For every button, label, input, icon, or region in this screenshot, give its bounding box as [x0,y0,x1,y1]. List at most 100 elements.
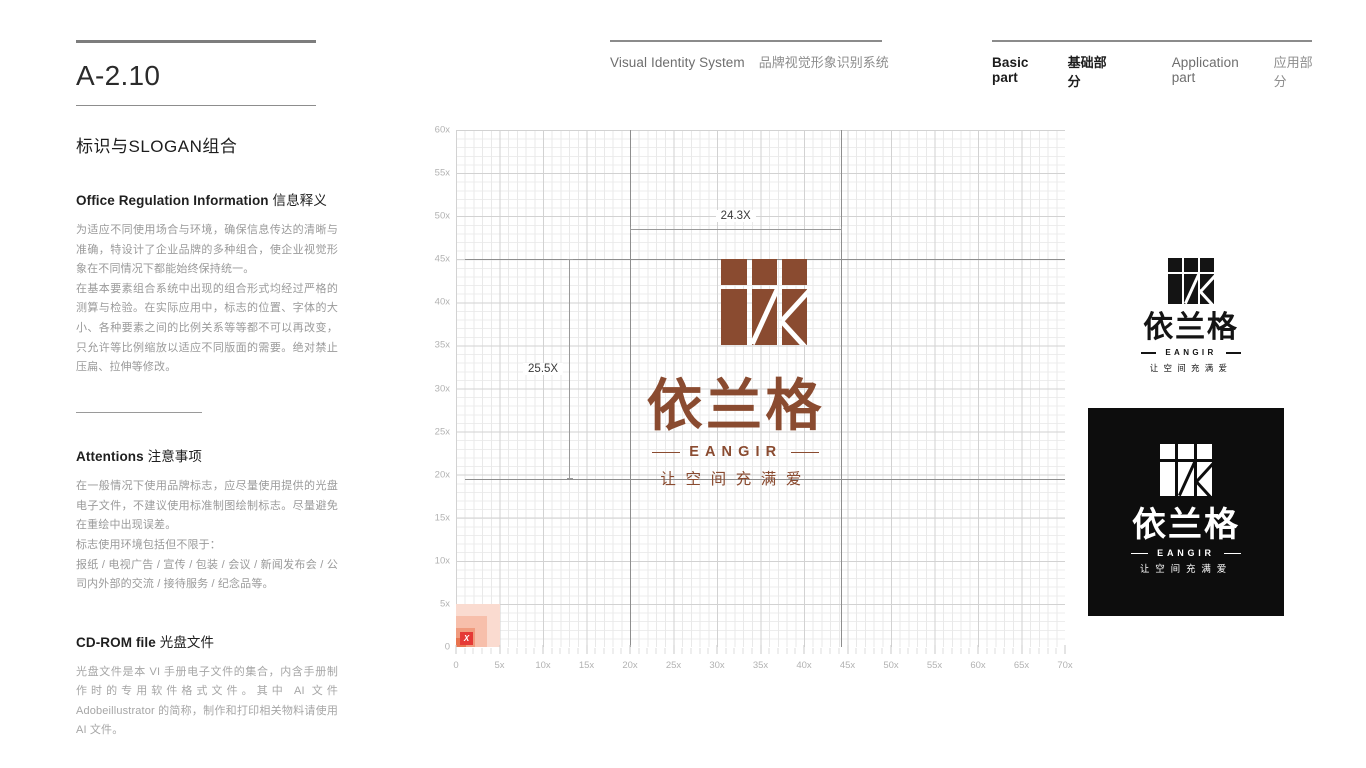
mark-cell [721,289,747,346]
nav-label-visual-identity-cn: 品牌视觉形象识别系统 [758,55,889,70]
info-block-attentions: Attentions 注意事项 在一般情况下使用品牌标志，应尽量使用提供的光盘电… [76,445,338,594]
mark-cell [1160,444,1176,460]
x-tick-mark [638,648,640,654]
x-tick-mark [577,648,579,654]
info-block-heading: CD-ROM file 光盘文件 [76,631,338,651]
x-tick-label: 60x [970,660,986,671]
x-tick-label: 35x [752,660,769,671]
mark-cell [781,259,808,285]
x-tick-mark [559,648,561,654]
x-tick-mark [1003,648,1005,654]
logo-tagline: 让空间充满爱 [1139,564,1233,576]
x-tick-mark [533,648,535,654]
y-tick-label: 5x [439,598,450,610]
mark-diagonal [751,289,778,345]
logo-wordmark-latin: EANGIR [1157,547,1215,558]
x-tick-mark [934,645,935,654]
x-tick-mark [751,648,753,654]
mark-cell [1200,258,1214,272]
logo-lockup-primary: 依兰格 EANGIR 让空间充满爱 [456,130,1065,647]
logo-wordmark: 依兰格 EANGIR 让空间充满爱 [630,378,841,488]
x-tick-label: 30x [709,660,725,671]
info-paragraph: 在一般情况下使用品牌标志，应尽量使用提供的光盘电子文件，不建议使用标准制图绘制标… [76,480,338,532]
logo-wordmark-latin-row: EANGIR [1088,547,1284,558]
tab-basic-part-cn[interactable]: 基础部分 [1068,52,1116,90]
x-tick-mark [664,648,666,654]
wordmark-rule-left [1131,552,1149,555]
mark-diagonal [1200,289,1214,304]
x-tick-mark [490,648,492,654]
mark-cell [1184,258,1198,272]
logo-wordmark-container: 依兰格 EANGIR 让空间充满爱 [630,378,841,488]
x-tick-mark [499,645,500,654]
construction-grid: 0 5x 10x 15x 20x 25x 30x 35x 40x 45x 50x 55x 60x 24.… [418,118,1098,678]
x-tick-label: 70x [1057,660,1073,671]
x-tick-mark [464,648,466,654]
mark-diagonal [1184,274,1198,304]
logo-mark-container [1088,444,1284,496]
wordmark-rule-left [652,451,681,454]
info-block-heading-en: Attentions [76,449,144,465]
x-tick-mark [777,648,779,654]
x-tick-mark [742,648,744,654]
x-tick-mark [612,648,614,654]
mark-cell [781,289,808,346]
x-tick-label: 45x [839,660,856,671]
x-tick-mark [925,648,927,654]
x-tick-mark [1064,645,1066,654]
mark-cell [1160,462,1176,496]
x-tick-mark [1021,645,1022,654]
x-tick-mark [481,648,483,654]
info-block-body: 在一般情况下使用品牌标志，应尽量使用提供的光盘电子文件，不建议使用标准制图绘制标… [76,477,338,594]
x-tick-mark [960,648,962,654]
x-tick-mark [873,648,875,654]
y-tick-label: 60x [434,124,450,136]
logo-wordmark-latin-row: EANGIR [630,445,841,460]
x-tick-mark [994,648,996,654]
x-tick-mark [646,648,648,654]
x-tick-mark [620,648,622,654]
y-tick-label: 10x [434,555,450,567]
x-tick-mark [594,648,596,654]
logo-wordmark: 依兰格 EANGIR 让空间充满爱 [1126,313,1256,372]
mark-cell [751,289,778,346]
mark-diagonal [781,317,808,346]
x-tick-mark [986,648,988,654]
x-tick-mark [812,648,814,654]
info-paragraph: 标志使用环境包括但不限于： [76,538,221,551]
mark-cell [1184,274,1198,304]
x-tick-mark [516,648,518,654]
page-code: A-2.10 [76,59,161,91]
y-tick-label: 15x [434,512,450,524]
x-tick-mark [699,648,701,654]
x-tick-mark [725,648,727,654]
logo-variant-reversed-panel: 依兰格 EANGIR 让空间充满爱 [1088,408,1284,616]
mark-cell [1196,444,1212,460]
x-tick-mark [542,645,544,654]
x-tick-label: 10x [535,660,551,671]
nav-label-visual-identity-en: Visual Identity System [610,55,745,70]
tab-application-part-en[interactable]: Application part [1172,55,1260,85]
grid-plot-area: 24.3X 25.5X X 依兰格 EANGIR 让空间充满爱 [456,130,1065,647]
wordmark-rule-left [1141,352,1157,354]
x-tick-mark [690,648,692,654]
x-axis-tick-labels: 0 5x 10x 15x 20x 25x 30x 35x 40x 45x 50x 55x 60x 65x 7… [453,645,1073,676]
mark-cell [1196,462,1212,496]
x-tick-mark [472,648,474,654]
x-tick-mark [1038,648,1040,654]
x-tick-mark [977,645,979,654]
info-block-body: 为适应不同使用场合与环境，确保信息传达的清晰与准确，特设计了企业品牌的多种组合，… [76,221,338,378]
x-tick-mark [907,648,909,654]
page-title: 标识与SLOGAN组合 [76,137,238,157]
info-paragraph: 光盘文件是本 VI 手册电子文件的集合，内含手册制作时的专用软件格式文件。其中 … [76,665,338,737]
x-tick-mark [890,645,892,654]
logo-mark-container [721,259,808,346]
tab-basic-part-en[interactable]: Basic part [992,55,1054,85]
y-tick-label: 50x [434,210,450,222]
logo-tagline: 让空间充满爱 [1149,362,1233,373]
x-tick-mark [586,645,587,654]
tab-application-part-cn[interactable]: 应用部分 [1274,52,1322,90]
logo-mark-container [1126,258,1256,304]
x-tick-mark [525,648,527,654]
x-tick-mark [794,648,796,654]
